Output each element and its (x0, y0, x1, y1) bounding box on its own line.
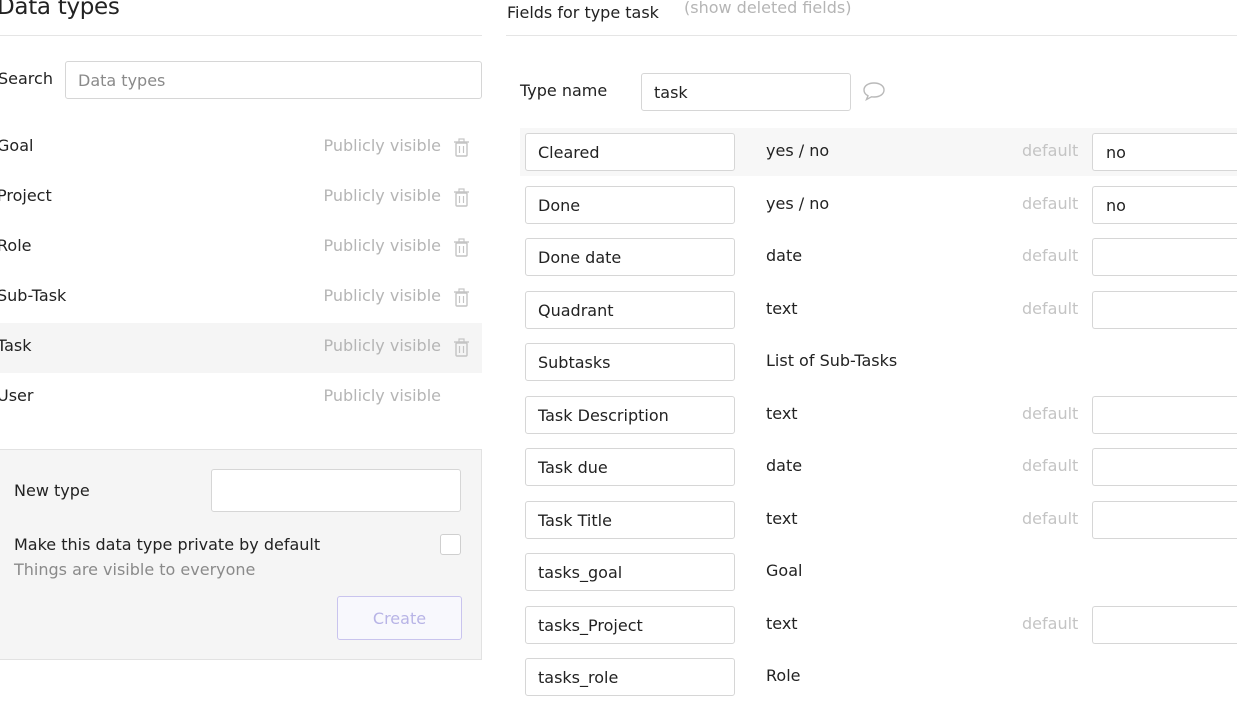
field-type: yes / no (766, 194, 830, 213)
fields-title: Fields for type task (507, 3, 659, 22)
visibility-status[interactable]: Publicly visible (324, 236, 442, 255)
default-value-input[interactable]: no (1092, 133, 1237, 171)
field-row: Subtasks List of Sub-Tasks (520, 338, 1237, 386)
default-label: default (1022, 246, 1079, 265)
default-value-input[interactable] (1092, 291, 1237, 329)
private-default-checkbox[interactable] (440, 534, 461, 555)
default-value-input[interactable] (1092, 396, 1237, 434)
default-label: default (1022, 614, 1079, 633)
field-name-input[interactable]: tasks_role (525, 658, 735, 696)
page-title: Data types (0, 0, 120, 20)
new-type-label: New type (14, 481, 90, 500)
search-input[interactable] (65, 61, 482, 99)
trash-icon[interactable] (453, 338, 470, 357)
field-type: Role (766, 666, 801, 685)
data-type-name: Goal (0, 136, 34, 155)
field-name-input[interactable]: Task Title (525, 501, 735, 539)
field-name-input[interactable]: Quadrant (525, 291, 735, 329)
default-value-input[interactable] (1092, 238, 1237, 276)
divider (0, 35, 482, 36)
visibility-status[interactable]: Publicly visible (324, 336, 442, 355)
data-type-name: Sub-Task (0, 286, 67, 305)
default-label: default (1022, 299, 1079, 318)
field-type: text (766, 614, 798, 633)
show-deleted-fields-link[interactable]: (show deleted fields) (684, 0, 851, 17)
create-button[interactable]: Create (337, 596, 462, 640)
trash-icon[interactable] (453, 188, 470, 207)
default-label: default (1022, 456, 1079, 475)
default-label: default (1022, 194, 1079, 213)
field-row: Task Title text default (520, 496, 1237, 544)
data-type-row[interactable]: User Publicly visible (0, 373, 482, 423)
new-type-form: New type Make this data type private by … (0, 449, 482, 660)
default-label: default (1022, 404, 1079, 423)
data-type-row[interactable]: Goal Publicly visible (0, 123, 482, 173)
trash-icon[interactable] (453, 238, 470, 257)
data-type-name: Role (0, 236, 32, 255)
field-name-input[interactable]: Task due (525, 448, 735, 486)
default-value-input[interactable] (1092, 501, 1237, 539)
new-type-input[interactable] (211, 469, 461, 512)
field-row: Task Description text default (520, 391, 1237, 439)
field-name-input[interactable]: Cleared (525, 133, 735, 171)
visibility-status[interactable]: Publicly visible (324, 386, 442, 405)
trash-icon[interactable] (453, 288, 470, 307)
divider (506, 35, 1237, 36)
visibility-status[interactable]: Publicly visible (324, 286, 442, 305)
field-name-input[interactable]: Done date (525, 238, 735, 276)
field-type: List of Sub-Tasks (766, 351, 898, 370)
field-name-input[interactable]: tasks_goal (525, 553, 735, 591)
default-value-input[interactable]: no (1092, 186, 1237, 224)
comment-icon[interactable] (862, 81, 886, 101)
field-row: Task due date default (520, 443, 1237, 491)
field-name-input[interactable]: tasks_Project (525, 606, 735, 644)
field-row: tasks_goal Goal (520, 548, 1237, 596)
data-type-row[interactable]: Role Publicly visible (0, 223, 482, 273)
data-type-name: Task (0, 336, 32, 355)
type-name-label: Type name (520, 81, 608, 100)
field-row: tasks_Project text default (520, 601, 1237, 649)
field-row: Done yes / no default no (520, 181, 1237, 229)
field-type: text (766, 299, 798, 318)
field-name-input[interactable]: Done (525, 186, 735, 224)
data-type-name: Project (0, 186, 52, 205)
data-type-row[interactable]: Project Publicly visible (0, 173, 482, 223)
search-label: Search (0, 69, 53, 88)
field-row: Cleared yes / no default no (520, 128, 1237, 176)
default-label: default (1022, 141, 1079, 160)
data-type-row[interactable]: Sub-Task Publicly visible (0, 273, 482, 323)
field-row: Quadrant text default (520, 286, 1237, 334)
field-type: yes / no (766, 141, 830, 160)
data-type-row[interactable]: Task Publicly visible (0, 323, 482, 373)
data-type-name: User (0, 386, 34, 405)
default-label: default (1022, 509, 1079, 528)
field-row: tasks_role Role (520, 653, 1237, 701)
trash-icon[interactable] (453, 138, 470, 157)
type-name-input[interactable]: task (641, 73, 851, 111)
field-name-input[interactable]: Subtasks (525, 343, 735, 381)
default-value-input[interactable] (1092, 448, 1237, 486)
field-name-input[interactable]: Task Description (525, 396, 735, 434)
field-type: text (766, 404, 798, 423)
field-row: Done date date default (520, 233, 1237, 281)
field-type: text (766, 509, 798, 528)
field-type: Goal (766, 561, 803, 580)
field-type: date (766, 456, 803, 475)
private-default-label: Make this data type private by default (14, 535, 321, 554)
visibility-status[interactable]: Publicly visible (324, 186, 442, 205)
visibility-status[interactable]: Publicly visible (324, 136, 442, 155)
private-default-hint: Things are visible to everyone (14, 560, 256, 579)
fields-panel: Fields for type task (show deleted field… (506, 0, 1237, 711)
field-type: date (766, 246, 803, 265)
data-types-panel: Data types Search GoalPublicly visiblePr… (0, 0, 482, 711)
default-value-input[interactable] (1092, 606, 1237, 644)
